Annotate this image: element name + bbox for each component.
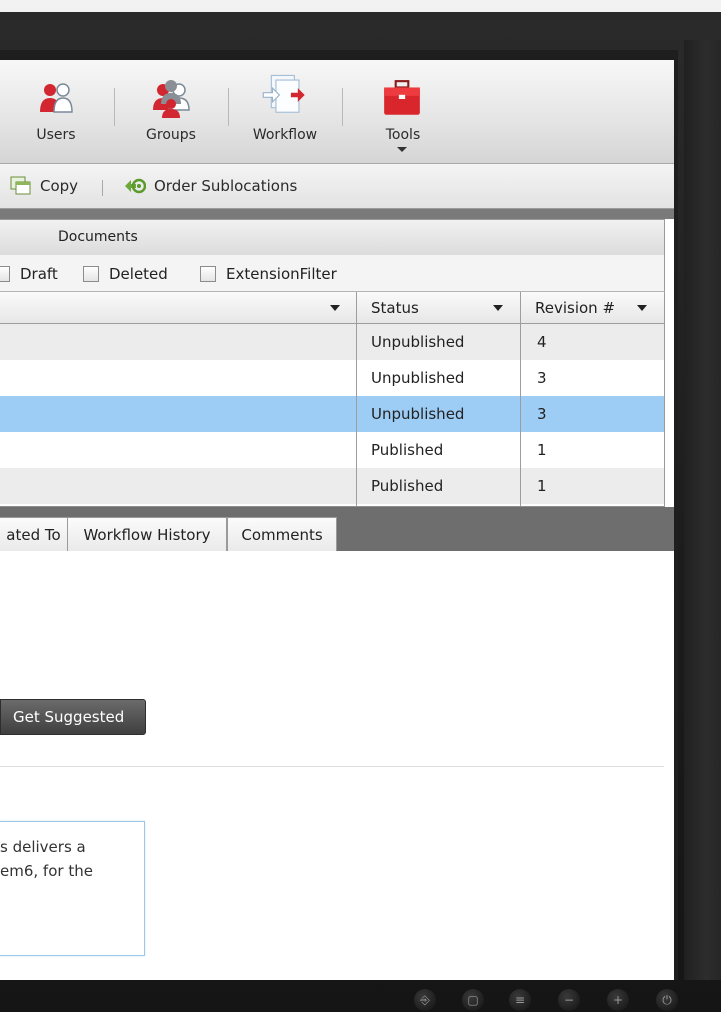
row-revision: 3 [537,405,547,423]
order-sublocations-button[interactable]: Order Sublocations [124,176,297,196]
menu-icon[interactable]: ≡ [509,989,531,1011]
panel-gap [0,209,674,219]
plus-icon[interactable]: + [607,989,629,1011]
tools-label: Tools [385,127,421,143]
column-divider [520,292,521,506]
table-row[interactable]: Published 1 [0,432,664,468]
row-status: Published [371,477,444,495]
status-column-header[interactable]: Status [371,292,517,323]
row-status: Published [371,441,444,459]
tools-button[interactable]: Tools [355,72,451,152]
table-row[interactable]: Unpublished 3 [0,360,664,396]
tab-related-to[interactable]: ated To [0,517,68,552]
description-textarea[interactable]: s delivers a em6, for the [0,821,145,956]
column-divider [356,292,357,506]
filter-draft[interactable]: Draft [0,265,58,283]
filter-draft-label: Draft [20,265,58,283]
chevron-down-icon [493,305,503,311]
workflow-icon [262,74,305,113]
filter-extension-label: ExtensionFilter [226,265,337,283]
name-column-sort[interactable] [330,292,340,323]
workflow-label: Workflow [252,127,318,143]
monitor-screen: Users Groups Workflow Tools Copy Order S… [0,50,678,980]
row-status: Unpublished [371,333,465,351]
documents-table: Status Revision # Unpublished 4 Unpublis… [0,292,665,507]
tools-dropdown-caret[interactable] [397,147,407,152]
monitor-bezel-edge [684,40,721,980]
row-revision: 1 [537,441,547,459]
checkbox-deleted[interactable] [83,266,99,282]
copy-label: Copy [40,177,79,195]
order-sublocations-label: Order Sublocations [154,177,298,195]
display-icon[interactable]: ▢ [462,989,484,1011]
row-status: Unpublished [371,369,465,387]
tab-workflow-history[interactable]: Workflow History [67,517,227,552]
row-revision: 3 [537,369,547,387]
action-toolbar: Copy Order Sublocations [0,164,674,209]
users-label: Users [36,127,76,143]
get-suggested-label: Get Suggested [13,708,125,726]
users-icon [40,83,73,113]
groups-label: Groups [146,127,196,143]
ribbon-separator [342,88,343,126]
detail-content: Get Suggested s delivers a em6, for the [0,551,664,980]
chevron-down-icon [330,304,340,311]
app-window: Users Groups Workflow Tools Copy Order S… [0,60,674,980]
table-row[interactable]: Published 1 [0,468,664,504]
ribbon-separator [228,88,229,126]
documents-filters: Draft Deleted ExtensionFilter [0,255,665,292]
get-suggested-button[interactable]: Get Suggested [0,699,146,735]
ribbon: Users Groups Workflow Tools [0,60,674,164]
ribbon-separator [114,88,115,126]
groups-icon [153,80,190,118]
description-line-1: s delivers a [0,838,86,856]
users-button[interactable]: Users [8,72,104,152]
checkbox-draft[interactable] [0,266,10,282]
filter-extension[interactable]: ExtensionFilter [200,265,337,283]
row-status: Unpublished [371,405,465,423]
copy-button[interactable]: Copy [10,176,78,196]
table-header: Status Revision # [0,292,664,324]
status-header-label: Status [371,298,419,317]
row-revision: 1 [537,477,547,495]
chevron-down-icon [637,305,647,311]
minus-icon[interactable]: − [558,989,580,1011]
revision-header-label: Revision # [535,298,616,317]
filter-deleted-label: Deleted [109,265,168,283]
monitor-controls: ⎆ ▢ ≡ − + ⏻ [0,985,721,1012]
row-revision: 4 [537,333,547,351]
order-sublocations-icon [125,178,146,194]
documents-panel-header: Documents [0,219,665,256]
table-row-selected[interactable]: Unpublished 3 [0,396,664,432]
tab-workflow-history-label: Workflow History [83,526,211,544]
workflow-button[interactable]: Workflow [237,72,333,152]
description-line-2: em6, for the [0,862,93,880]
revision-column-header[interactable]: Revision # [535,292,660,323]
groups-button[interactable]: Groups [123,72,219,152]
toolbox-icon [384,80,420,115]
copy-icon [10,176,31,195]
checkbox-extensionfilter[interactable] [200,266,216,282]
documents-title: Documents [58,229,138,245]
tab-comments[interactable]: Comments [227,517,337,552]
toolbar-separator [102,180,103,196]
power-icon[interactable]: ⏻ [656,989,678,1011]
table-row[interactable]: Unpublished 4 [0,324,664,360]
input-source-icon[interactable]: ⎆ [414,989,436,1011]
section-divider [0,766,664,767]
tab-related-to-label: ated To [6,526,61,544]
filter-deleted[interactable]: Deleted [83,265,168,283]
tab-comments-label: Comments [241,526,323,544]
